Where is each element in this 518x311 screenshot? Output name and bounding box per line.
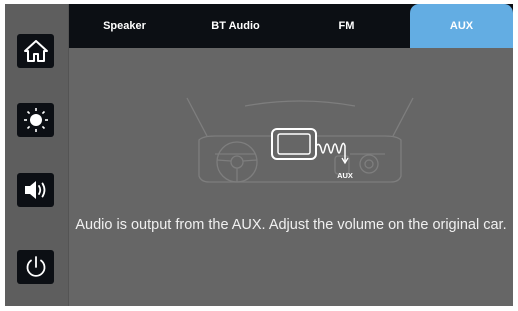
head-unit-icon <box>271 128 317 160</box>
aux-port-label: AUX <box>337 171 353 180</box>
tab-bt-audio[interactable]: BT Audio <box>180 4 291 48</box>
tab-label: Speaker <box>103 20 146 32</box>
left-sidebar <box>5 4 69 306</box>
tab-label: BT Audio <box>211 20 260 32</box>
tab-fm[interactable]: FM <box>291 4 402 48</box>
home-button[interactable] <box>17 34 54 68</box>
tab-speaker[interactable]: Speaker <box>69 4 180 48</box>
volume-icon <box>24 181 45 199</box>
home-icon <box>23 40 48 62</box>
brightness-icon <box>23 108 48 132</box>
source-tab-bar: Speaker BT Audio FM AUX <box>69 4 513 48</box>
power-button[interactable] <box>17 250 54 284</box>
aux-cable <box>315 142 346 162</box>
tab-aux[interactable]: AUX <box>410 4 513 48</box>
power-icon <box>26 256 45 277</box>
aux-screen: Speaker BT Audio FM AUX AUX Audio is out… <box>5 4 513 306</box>
aux-connection-illustration: AUX <box>186 97 414 183</box>
tab-label: AUX <box>449 20 474 32</box>
tab-label: FM <box>338 20 355 32</box>
volume-button[interactable] <box>17 173 54 207</box>
brightness-button[interactable] <box>17 103 54 137</box>
aux-info-message: Audio is output from the AUX. Adjust the… <box>75 217 507 233</box>
